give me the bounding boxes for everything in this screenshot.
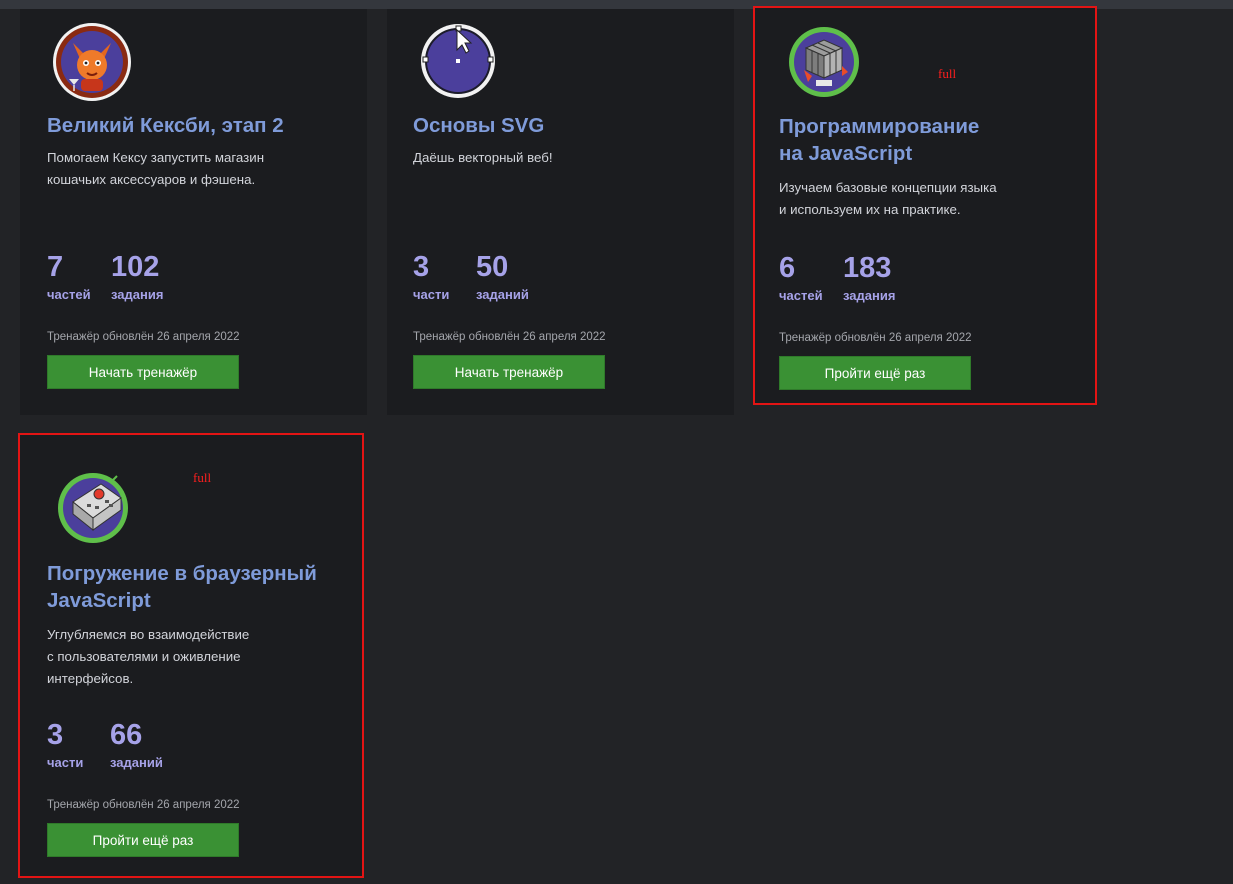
tasks-count: 50 bbox=[476, 251, 509, 283]
parts-count: 3 bbox=[413, 251, 430, 283]
tasks-count: 66 bbox=[110, 719, 143, 751]
description-line: Даёшь векторный веб! bbox=[413, 150, 553, 165]
description-line: Помогаем Кексу запустить магазин bbox=[47, 150, 265, 165]
parts-count: 3 bbox=[47, 719, 64, 751]
description-line: Изучаем базовые концепции языка bbox=[779, 180, 997, 195]
completion-flag: full bbox=[193, 470, 212, 485]
retry-button[interactable]: Пройти ещё раз bbox=[47, 823, 239, 857]
rubiks-cube-icon bbox=[788, 26, 860, 103]
tasks-count: 183 bbox=[843, 252, 892, 284]
card-title: Программирование на JavaScript bbox=[779, 113, 979, 167]
tasks-count: 102 bbox=[111, 251, 160, 283]
card-description: Помогаем Кексу запустить магазин кошачьи… bbox=[47, 147, 264, 191]
title-line: JavaScript bbox=[47, 589, 151, 612]
control-panel-box-icon bbox=[55, 468, 131, 549]
start-trainer-button[interactable]: Начать тренажёр bbox=[413, 355, 605, 389]
description-line: кошачьих аксессуаров и фэшена. bbox=[47, 172, 256, 187]
updated-date: Тренажёр обновлён 26 апреля 2022 bbox=[779, 332, 972, 344]
parts-label: частей bbox=[47, 287, 91, 302]
updated-date: Тренажёр обновлён 26 апреля 2022 bbox=[47, 799, 240, 811]
updated-date: Тренажёр обновлён 26 апреля 2022 bbox=[413, 331, 606, 343]
parts-count: 6 bbox=[779, 252, 796, 284]
cat-with-martini-icon bbox=[51, 21, 133, 108]
tasks-label: заданий bbox=[476, 287, 529, 302]
card-title: Великий Кексби, этап 2 bbox=[47, 114, 284, 137]
description-line: Углубляемся во взаимодействие bbox=[47, 627, 250, 642]
description-line: с пользователями и оживление bbox=[47, 649, 241, 664]
retry-button[interactable]: Пройти ещё раз bbox=[779, 356, 971, 390]
course-card-svg: Основы SVG Даёшь векторный веб! 3 части … bbox=[387, 9, 734, 415]
course-card-keksby: Великий Кексби, этап 2 Помогаем Кексу за… bbox=[20, 9, 367, 415]
title-line: Программирование bbox=[779, 115, 980, 138]
tasks-label: задания bbox=[843, 288, 896, 303]
tasks-label: заданий bbox=[110, 755, 163, 770]
parts-count: 7 bbox=[47, 251, 64, 283]
start-trainer-button[interactable]: Начать тренажёр bbox=[47, 355, 239, 389]
card-description: Углубляемся во взаимодействие с пользова… bbox=[47, 624, 249, 690]
card-title: Погружение в браузерный JavaScript bbox=[47, 560, 317, 614]
course-card-javascript: full Программирование на JavaScript Изуч… bbox=[753, 6, 1097, 405]
course-card-browser-javascript: full Погружение в браузерный JavaScript … bbox=[18, 433, 364, 878]
card-title: Основы SVG bbox=[413, 114, 545, 137]
svg-cursor-circle-icon bbox=[419, 22, 497, 105]
card-description: Изучаем базовые концепции языка и исполь… bbox=[779, 177, 997, 221]
updated-date: Тренажёр обновлён 26 апреля 2022 bbox=[47, 331, 240, 343]
description-line: интерфейсов. bbox=[47, 671, 134, 686]
completion-flag: full bbox=[938, 66, 957, 81]
card-description: Даёшь векторный веб! bbox=[413, 147, 553, 169]
title-line: Погружение в браузерный bbox=[47, 562, 317, 585]
parts-label: частей bbox=[779, 288, 823, 303]
title-line: на JavaScript bbox=[779, 142, 913, 165]
parts-label: части bbox=[47, 755, 84, 770]
parts-label: части bbox=[413, 287, 450, 302]
description-line: и используем их на практике. bbox=[779, 202, 961, 217]
tasks-label: задания bbox=[111, 287, 164, 302]
